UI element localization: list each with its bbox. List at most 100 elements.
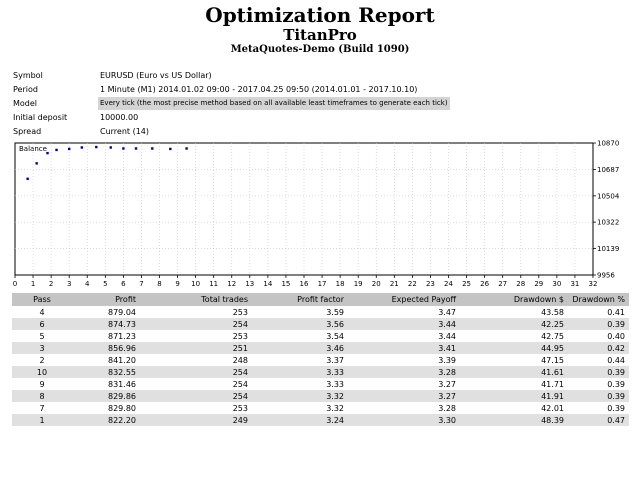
table-row[interactable]: 7 829.80 253 3.32 3.28 42.01 0.39	[12, 402, 629, 414]
info-row-deposit: Initial deposit 10000.00	[13, 111, 633, 124]
table-row[interactable]: 6 874.73 254 3.56 3.44 42.25 0.39	[12, 318, 629, 330]
table-cell: 0.40	[607, 331, 625, 341]
table-cell: 3.44	[438, 331, 456, 341]
table-cell: 251	[140, 342, 252, 354]
table-cell: 254	[140, 318, 252, 330]
y-tick-label: 10870	[597, 140, 619, 148]
table-cell: 41.71	[541, 379, 564, 389]
x-tick-label: 16	[300, 280, 309, 288]
x-tick-label: 23	[426, 280, 435, 288]
table-cell: 3.28	[438, 403, 456, 413]
balance-point	[80, 146, 84, 149]
x-tick-label: 29	[534, 280, 543, 288]
table-row[interactable]: 3 856.96 251 3.46 3.41 44.95 0.42	[12, 342, 629, 354]
table-cell: 3.32	[252, 390, 348, 402]
table-cell: 0.39	[568, 366, 629, 378]
balance-point	[46, 151, 49, 155]
table-cell: 829.86	[72, 390, 140, 402]
table-cell: 44.95	[460, 342, 568, 354]
table-cell: 3.56	[252, 318, 348, 330]
table-row[interactable]: 8 829.86 254 3.32 3.27 41.91 0.39	[12, 390, 629, 402]
col-total-trades[interactable]: Total trades	[140, 293, 252, 306]
table-cell: 3.27	[438, 379, 456, 389]
x-tick-label: 15	[281, 280, 290, 288]
table-cell: 3.59	[326, 307, 344, 317]
table-cell: 0.39	[568, 390, 629, 402]
balance-point	[67, 147, 71, 151]
table-cell: 0.47	[568, 414, 629, 426]
x-tick-label: 28	[516, 280, 525, 288]
table-cell: 3.37	[326, 355, 344, 365]
table-row[interactable]: 2 841.20 248 3.37 3.39 47.15 0.44	[12, 354, 629, 366]
table-cell: 3.30	[348, 414, 460, 426]
table-cell: 254	[140, 366, 252, 378]
info-label: Spread	[13, 127, 42, 136]
x-tick-label: 8	[157, 280, 161, 288]
report-title: Optimization Report	[205, 3, 435, 27]
col-expected-payoff[interactable]: Expected Payoff	[348, 293, 460, 306]
table-cell: 253	[232, 331, 248, 341]
table-cell: 10	[12, 366, 72, 378]
table-cell: 3.32	[326, 403, 344, 413]
col-profit-factor[interactable]: Profit factor	[252, 293, 348, 306]
col-pass[interactable]: Pass	[12, 293, 72, 306]
table-cell: 3.44	[348, 318, 460, 330]
x-tick-label: 17	[318, 280, 327, 288]
info-label: Initial deposit	[13, 113, 68, 122]
x-tick-label: 12	[227, 280, 236, 288]
table-cell: 9	[39, 379, 45, 389]
table-cell: 0.39	[568, 318, 629, 330]
table-row[interactable]: 1 822.20 249 3.24 3.30 48.39 0.47	[12, 414, 629, 426]
col-drawdown-usd[interactable]: Drawdown $	[460, 293, 568, 306]
x-tick-label: 9	[175, 280, 179, 288]
table-cell: 874.73	[72, 318, 140, 330]
x-tick-label: 6	[121, 280, 126, 288]
y-tick-label: 9956	[597, 272, 615, 280]
info-label: Model	[13, 99, 38, 108]
info-value: Current (14)	[100, 127, 150, 136]
table-cell: 249	[140, 414, 252, 426]
table-row[interactable]: 4 879.04 253 3.59 3.47 43.58 0.41	[12, 306, 629, 318]
balance-chart: Balance 99561013910322105041068710870 01…	[13, 140, 620, 289]
table-cell: 42.01	[541, 403, 564, 413]
results-table: Pass Profit Total trades Profit factor E…	[12, 293, 629, 426]
table-cell: 0.39	[607, 379, 625, 389]
table-cell: 42.75	[541, 331, 564, 341]
x-tick-label: 10	[191, 280, 200, 288]
info-label: Symbol	[13, 71, 43, 80]
info-value: EURUSD (Euro vs US Dollar)	[100, 71, 212, 80]
table-cell: 8	[12, 390, 72, 402]
table-cell: 5	[39, 331, 45, 341]
table-cell: 2	[39, 355, 45, 365]
balance-point	[185, 147, 188, 150]
balance-point	[169, 147, 172, 151]
table-cell: 3.24	[252, 414, 348, 426]
table-cell: 254	[140, 390, 252, 402]
table-cell: 42.25	[460, 318, 568, 330]
table-cell: 831.46	[108, 379, 136, 389]
table-row[interactable]: 10 832.55 254 3.33 3.28 41.61 0.39	[12, 366, 629, 378]
table-row[interactable]: 5 871.23 253 3.54 3.44 42.75 0.40	[12, 330, 629, 342]
balance-point	[109, 146, 112, 149]
col-profit[interactable]: Profit	[72, 293, 140, 306]
table-header-row: Pass Profit Total trades Profit factor E…	[12, 293, 629, 306]
balance-point	[26, 177, 29, 181]
balance-point	[151, 147, 154, 150]
x-tick-label: 19	[354, 280, 363, 288]
y-tick-label: 10322	[597, 219, 619, 227]
x-tick-label: 11	[209, 280, 218, 288]
table-cell: 3.47	[438, 307, 456, 317]
info-row-period: Period 1 Minute (M1) 2014.01.02 09:00 - …	[13, 83, 633, 96]
table-row[interactable]: 9 831.46 254 3.33 3.27 41.71 0.39	[12, 378, 629, 390]
table-cell: 253	[232, 403, 248, 413]
table-cell: 6	[12, 318, 72, 330]
col-drawdown-pct[interactable]: Drawdown %	[568, 293, 629, 306]
x-tick-label: 13	[245, 280, 254, 288]
server-build: MetaQuotes-Demo (Build 1090)	[230, 44, 410, 55]
x-tick-label: 30	[552, 280, 561, 288]
x-tick-label: 22	[408, 280, 417, 288]
table-cell: 3.46	[252, 342, 348, 354]
table-cell: 3.39	[438, 355, 456, 365]
table-cell: 0.42	[568, 342, 629, 354]
balance-point	[95, 145, 98, 149]
